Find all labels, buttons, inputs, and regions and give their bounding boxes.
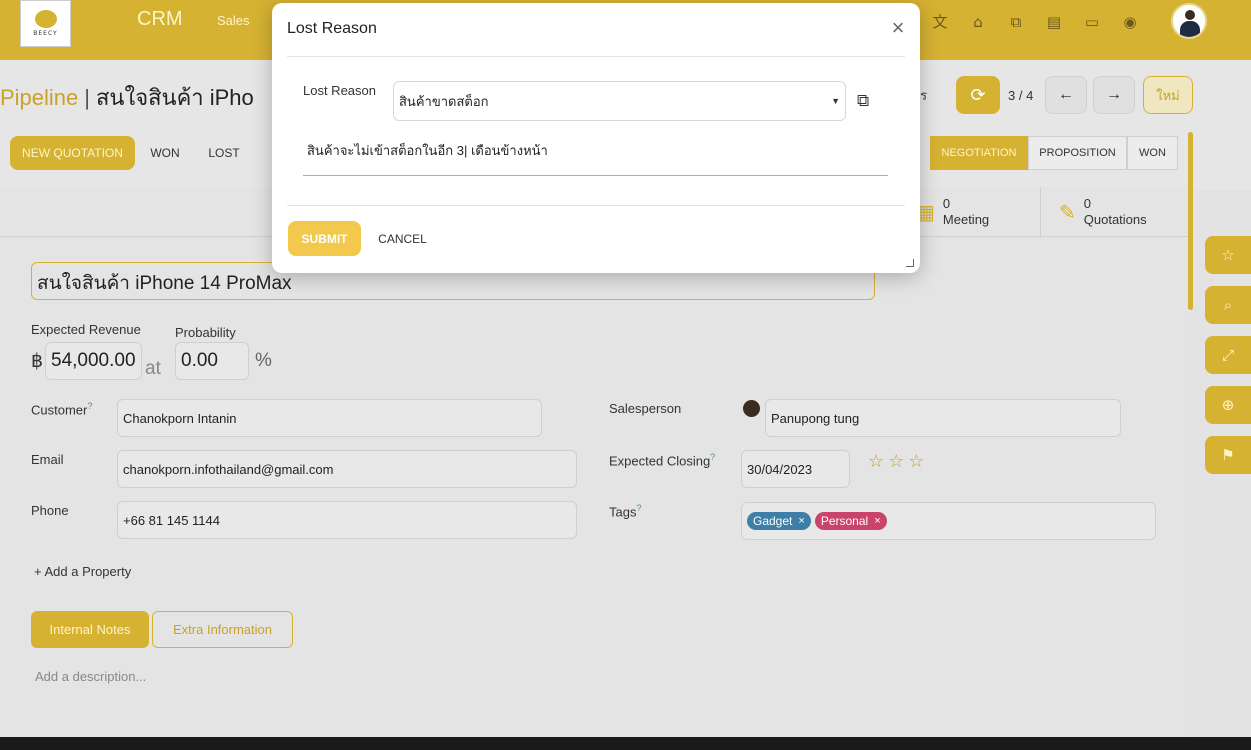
tab-internal-notes[interactable]: Internal Notes bbox=[31, 611, 149, 648]
tab-extra-information[interactable]: Extra Information bbox=[152, 611, 293, 648]
description-input[interactable]: Add a description... bbox=[35, 669, 146, 684]
help-icon[interactable]: ? bbox=[87, 401, 92, 411]
at-label: at bbox=[145, 358, 161, 379]
breadcrumb-separator: | bbox=[84, 85, 90, 110]
percent-sign: % bbox=[255, 350, 272, 371]
paint-roller-icon[interactable]: ▤ bbox=[1044, 12, 1064, 32]
expand-icon[interactable]: ⤢ bbox=[1205, 336, 1251, 374]
currency-symbol: ฿ bbox=[31, 351, 44, 372]
app-name[interactable]: CRM bbox=[137, 8, 183, 31]
bottom-strip bbox=[0, 737, 1251, 750]
probability-label: Probability bbox=[175, 325, 236, 340]
tags-field[interactable]: Gadget × Personal × bbox=[741, 502, 1156, 540]
customer-field[interactable]: Chanokporn Intanin bbox=[117, 399, 542, 437]
bookmark-icon[interactable]: ⚑ bbox=[1205, 436, 1251, 474]
pencil-square-icon: ✎ bbox=[1059, 201, 1076, 224]
probability-input[interactable]: 0.00 bbox=[175, 342, 249, 380]
tag-gadget[interactable]: Gadget × bbox=[747, 512, 811, 530]
logo-text: BEECY bbox=[33, 30, 58, 37]
refresh-icon: ⟳ bbox=[970, 84, 986, 105]
search-icon[interactable]: ⌕ bbox=[1205, 286, 1251, 324]
phone-field[interactable]: +66 81 145 1144 bbox=[117, 501, 577, 539]
nav-item-sales[interactable]: Sales bbox=[217, 13, 250, 28]
external-link-icon[interactable]: ⧉ bbox=[857, 91, 869, 111]
lost-reason-note-input[interactable]: สินค้าจะไม่เข้าสต็อกในอีก 3| เดือนข้างหน… bbox=[303, 133, 888, 176]
phone-label: Phone bbox=[31, 503, 69, 518]
quotations-label: Quotations bbox=[1083, 212, 1147, 227]
lost-button[interactable]: LOST bbox=[198, 136, 250, 170]
email-label: Email bbox=[31, 452, 64, 467]
tag-remove-icon[interactable]: × bbox=[798, 515, 804, 527]
expected-closing-field[interactable]: 30/04/2023 bbox=[741, 450, 850, 488]
salesperson-avatar bbox=[743, 400, 760, 417]
refresh-button[interactable]: ⟳ bbox=[956, 76, 1000, 114]
new-quotation-button[interactable]: NEW QUOTATION bbox=[10, 136, 135, 170]
cancel-button[interactable]: CANCEL bbox=[365, 221, 440, 256]
divider bbox=[287, 56, 905, 57]
email-field[interactable]: chanokporn.infothailand@gmail.com bbox=[117, 450, 577, 488]
bank-icon[interactable]: ⌂ bbox=[968, 12, 988, 32]
scrollbar[interactable] bbox=[1188, 132, 1193, 310]
breadcrumb: Pipeline | สนใจสินค้า iPho bbox=[0, 80, 254, 115]
avatar-head bbox=[1185, 10, 1195, 20]
arrow-right-icon: → bbox=[1106, 86, 1122, 103]
user-avatar[interactable] bbox=[1171, 3, 1207, 39]
won-button[interactable]: WON bbox=[140, 136, 190, 170]
breadcrumb-current: สนใจสินค้า iPho bbox=[96, 85, 254, 110]
salesperson-field[interactable]: Panupong tung bbox=[765, 399, 1121, 437]
dialog-title: Lost Reason bbox=[287, 20, 377, 37]
quotations-smart-button[interactable]: ✎ 0 Quotations bbox=[1040, 187, 1189, 237]
help-icon[interactable]: ? bbox=[636, 503, 641, 513]
tag-personal[interactable]: Personal × bbox=[814, 512, 887, 530]
expected-closing-label: Expected Closing? bbox=[609, 452, 716, 469]
resize-handle[interactable] bbox=[906, 259, 914, 267]
lost-reason-select[interactable]: สินค้าขาดสต็อก ▼ bbox=[393, 81, 846, 121]
new-record-button[interactable]: ใหม่ bbox=[1143, 76, 1193, 114]
expected-revenue-input[interactable]: 54,000.00 bbox=[45, 342, 142, 380]
salesperson-label: Salesperson bbox=[609, 401, 682, 416]
meeting-label: Meeting bbox=[942, 212, 990, 227]
divider bbox=[287, 205, 905, 206]
pager-indicator[interactable]: 3 / 4 bbox=[1008, 88, 1033, 103]
stage-negotiation[interactable]: NEGOTIATION bbox=[930, 136, 1028, 170]
customer-label: Customer? bbox=[31, 401, 93, 418]
code-icon[interactable]: ⧉ bbox=[1006, 12, 1026, 32]
logo-mark bbox=[34, 10, 57, 28]
priority-stars[interactable]: ☆☆☆ bbox=[868, 451, 928, 472]
meeting-count: 0 bbox=[942, 196, 951, 211]
help-icon[interactable]: ? bbox=[710, 452, 715, 462]
star-icon[interactable]: ☆ bbox=[1205, 236, 1251, 274]
note-icon[interactable]: ▭ bbox=[1082, 12, 1102, 32]
stage-won[interactable]: WON bbox=[1127, 136, 1178, 170]
quotations-count: 0 bbox=[1083, 196, 1091, 211]
arrow-left-icon: ← bbox=[1058, 86, 1074, 103]
lightbulb-icon[interactable]: ◉ bbox=[1120, 12, 1140, 32]
lost-reason-value: สินค้าขาดสต็อก bbox=[399, 93, 489, 109]
meeting-smart-button[interactable]: ▦ 0 Meeting bbox=[905, 187, 1040, 237]
breadcrumb-pipeline[interactable]: Pipeline bbox=[0, 85, 78, 110]
zoom-in-icon[interactable]: ⊕ bbox=[1205, 386, 1251, 424]
lost-reason-label: Lost Reason bbox=[303, 83, 376, 98]
expected-revenue-label: Expected Revenue bbox=[31, 322, 141, 337]
system-tray: 文 ⌂ ⧉ ▤ ▭ ◉ bbox=[930, 12, 1140, 32]
caret-down-icon: ▼ bbox=[831, 96, 840, 106]
lost-reason-dialog: Lost Reason × Lost Reason สินค้าขาดสต็อก… bbox=[272, 3, 920, 273]
translate-icon[interactable]: 文 bbox=[930, 12, 950, 32]
avatar-body bbox=[1180, 21, 1200, 37]
stage-proposition[interactable]: PROPOSITION bbox=[1028, 136, 1127, 170]
previous-record-button[interactable]: ← bbox=[1045, 76, 1087, 114]
tags-label: Tags? bbox=[609, 503, 642, 520]
company-logo[interactable]: BEECY bbox=[20, 0, 71, 47]
submit-button[interactable]: SUBMIT bbox=[288, 221, 361, 256]
close-icon[interactable]: × bbox=[886, 17, 910, 41]
tag-remove-icon[interactable]: × bbox=[874, 515, 880, 527]
next-record-button[interactable]: → bbox=[1093, 76, 1135, 114]
add-property-button[interactable]: + Add a Property bbox=[34, 564, 131, 579]
